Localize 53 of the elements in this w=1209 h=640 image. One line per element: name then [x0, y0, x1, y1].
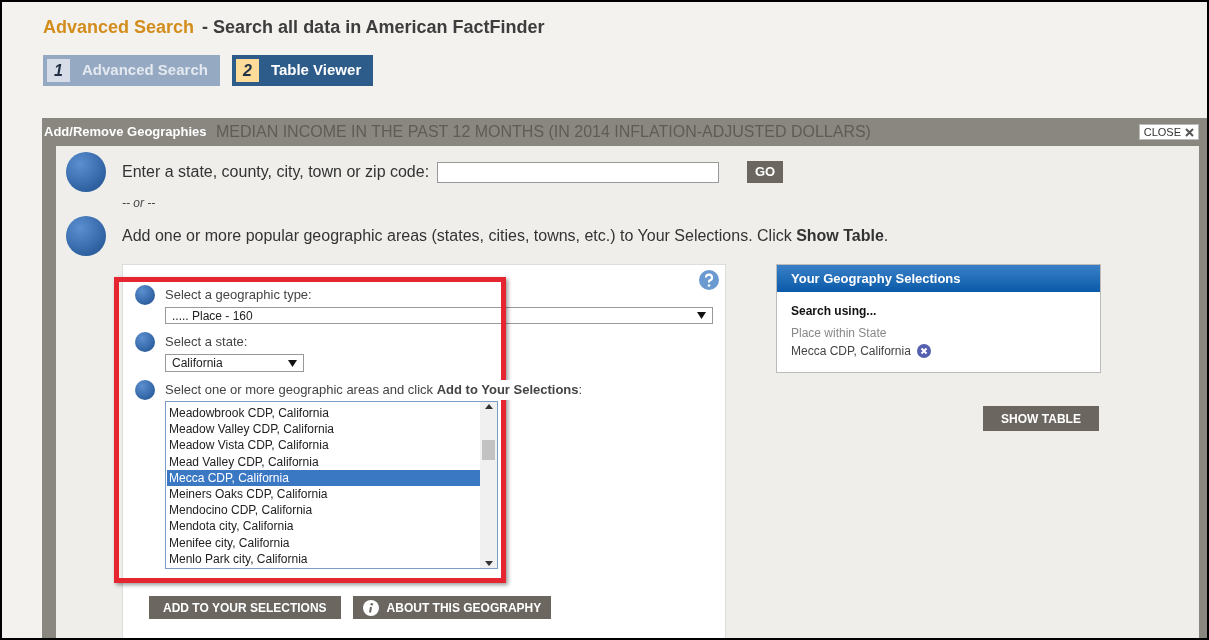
area-option[interactable]: Mecca CDP, California: [167, 469, 480, 486]
scroll-thumb[interactable]: [482, 439, 495, 460]
page-title: - Search all data in American FactFinder: [202, 16, 545, 39]
scroll-down-icon[interactable]: [484, 560, 493, 566]
step-label: Table Viewer: [270, 60, 362, 81]
areas-listbox[interactable]: [165, 401, 498, 569]
search-field[interactable]: [437, 161, 720, 183]
area-option[interactable]: Meiners Oaks CDP, California: [167, 485, 480, 503]
add-selections-button[interactable]: ADD TO YOUR SELECTIONS: [149, 596, 341, 619]
close-button[interactable]: CLOSE: [1138, 124, 1199, 140]
go-button[interactable]: GO: [747, 161, 784, 183]
page-title-accent: Advanced Search: [43, 16, 195, 39]
scroll-up-icon[interactable]: [484, 404, 493, 409]
card-title: Your Geography Selections: [791, 269, 961, 288]
remove-icon[interactable]: [916, 344, 931, 358]
step-number: 2: [235, 59, 259, 82]
type-dropdown[interactable]: ..... Place - 160: [165, 307, 713, 324]
state-dropdown[interactable]: California: [165, 354, 304, 372]
selection-group: Place within State: [791, 324, 1100, 342]
area-option[interactable]: Mendocino CDP, California: [167, 502, 480, 519]
popular-areas-text: Add one or more popular geographic areas (states, cities, towns, etc.) to Your Selections. Click Show Table.: [122, 226, 889, 246]
step-number: 1: [47, 59, 70, 82]
scrollbar[interactable]: [480, 402, 497, 568]
state-label: Select a state:: [165, 333, 248, 352]
or-separator: -- or --: [122, 195, 157, 212]
area-option[interactable]: Menifee city, California: [167, 534, 480, 551]
area-option[interactable]: Menlo Park city, California: [167, 550, 480, 567]
about-geography-button[interactable]: ABOUT THIS GEOGRAPHY: [352, 596, 552, 619]
sphere-bullet-icon: [66, 216, 106, 256]
dropdown-caret-icon: [288, 359, 297, 367]
type-label: Select a geographic type:: [165, 286, 312, 305]
area-option[interactable]: Meadowbrook CDP, California: [167, 405, 480, 422]
sphere-bullet-icon: [66, 152, 106, 192]
show-table-button[interactable]: SHOW TABLE: [983, 406, 1099, 431]
areas-label: Select one or more geographic areas and click Add to Your Selections:: [165, 380, 583, 400]
sphere-bullet-icon: [135, 285, 155, 305]
area-option[interactable]: Mead Valley CDP, California: [167, 453, 480, 470]
close-icon: [1185, 127, 1194, 137]
step-tab[interactable]: 2 Table Viewer: [231, 55, 374, 86]
search-using-label: Search using...: [791, 303, 878, 320]
dropdown-caret-icon: [697, 312, 706, 319]
step-label: Advanced Search: [82, 60, 208, 81]
search-prompt: Enter a state, county, city, town or zip code:: [122, 162, 430, 182]
area-option[interactable]: Mendota city, California: [167, 518, 480, 535]
area-option[interactable]: Meadow Vista CDP, California: [167, 437, 480, 454]
selected-geography: Mecca CDP, California: [791, 343, 911, 360]
info-icon: [362, 599, 379, 616]
sphere-bullet-icon: [135, 380, 155, 400]
area-option[interactable]: Meadow Valley CDP, California: [167, 421, 480, 438]
step-tab[interactable]: 1 Advanced Search: [43, 55, 220, 86]
modal-title: Add/Remove Geographies: [44, 123, 208, 142]
help-icon[interactable]: [699, 270, 719, 290]
sphere-bullet-icon: [135, 332, 155, 352]
